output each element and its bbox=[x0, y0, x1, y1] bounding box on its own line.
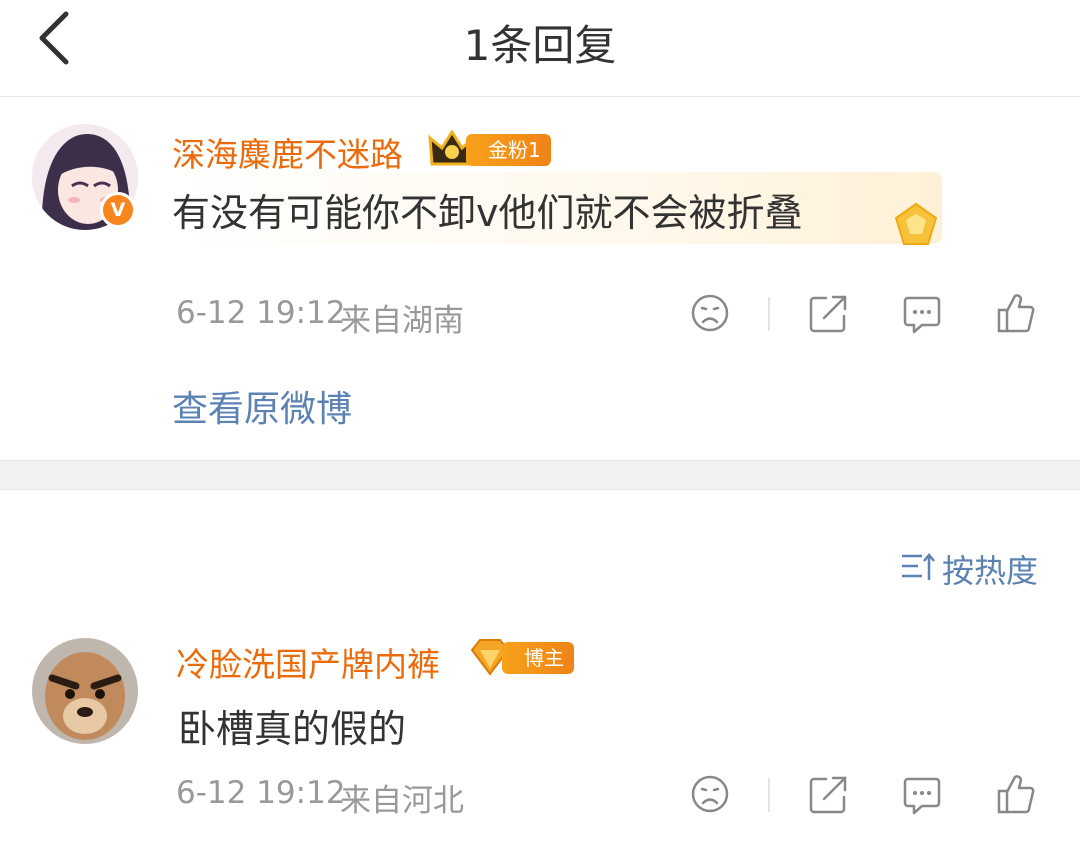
thumbs-up-icon bbox=[997, 294, 1035, 333]
author-badge: 博主 bbox=[502, 642, 574, 674]
share-icon bbox=[809, 776, 847, 814]
like-button[interactable] bbox=[996, 773, 1036, 815]
section-divider bbox=[0, 460, 1080, 490]
sad-face-icon bbox=[691, 294, 729, 332]
comment-text: 有没有可能你不卸v他们就不会被折叠 bbox=[172, 191, 803, 235]
comment-bubble-icon bbox=[903, 296, 941, 334]
comment-location: 来自河北 bbox=[340, 783, 464, 819]
comment-button[interactable] bbox=[902, 294, 942, 334]
dislike-button[interactable] bbox=[690, 774, 730, 814]
page-title: 1条回复 bbox=[463, 21, 617, 70]
dislike-button[interactable] bbox=[690, 293, 730, 333]
sort-icon bbox=[902, 553, 935, 580]
comment-timestamp: 6-12 19:12 bbox=[176, 295, 346, 331]
comment-text: 卧槽真的假的 bbox=[178, 707, 407, 751]
username[interactable]: 冷脸洗国产牌内裤 bbox=[176, 638, 440, 686]
comment-button[interactable] bbox=[902, 775, 942, 815]
sort-label: 按热度 bbox=[942, 552, 1039, 590]
share-button[interactable] bbox=[808, 775, 848, 815]
verified-v-badge: V bbox=[100, 192, 136, 228]
comment-location: 来自湖南 bbox=[340, 303, 464, 339]
comment-bubble-icon bbox=[903, 777, 941, 815]
action-divider bbox=[768, 297, 770, 331]
fan-level-badge: 金粉1 bbox=[466, 134, 551, 166]
action-divider bbox=[768, 778, 770, 812]
thumbs-up-icon bbox=[997, 775, 1035, 814]
share-icon bbox=[809, 295, 847, 333]
diamond-decoration-icon bbox=[892, 202, 940, 250]
avatar[interactable] bbox=[32, 638, 138, 744]
username[interactable]: 深海麋鹿不迷路 bbox=[172, 128, 403, 176]
dog-avatar-image bbox=[32, 638, 138, 744]
comment-timestamp: 6-12 19:12 bbox=[176, 775, 346, 811]
sad-face-icon bbox=[691, 775, 729, 813]
view-original-post-link[interactable]: 查看原微博 bbox=[172, 380, 352, 432]
share-button[interactable] bbox=[808, 294, 848, 334]
like-button[interactable] bbox=[996, 292, 1036, 334]
